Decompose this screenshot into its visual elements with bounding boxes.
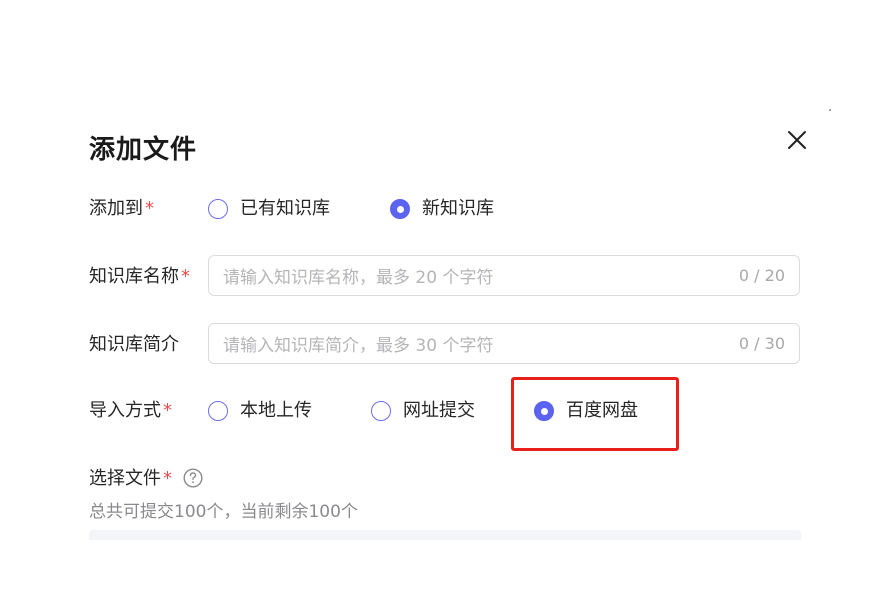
radio-checked-icon [390,199,410,219]
kb-name-label-text: 知识库名称 [89,266,179,287]
select-file-label: 选择文件 * [89,466,172,492]
radio-existing-kb[interactable]: 已有知识库 [208,196,330,222]
add-file-dialog: 添加文件 添加到 * 已有知识库 新知识库 知识库名称 * 请输入知识库名称，最多 … [0,0,894,603]
kb-name-input[interactable]: 请输入知识库名称，最多 20 个字符 0 / 20 [208,255,800,296]
import-method-label: 导入方式 * [89,398,172,424]
radio-circle-icon [208,401,228,421]
radio-circle-icon [371,401,391,421]
radio-label: 网址提交 [403,400,475,421]
radio-label: 已有知识库 [240,198,330,219]
kb-desc-input[interactable]: 请输入知识库简介，最多 30 个字符 0 / 30 [208,323,800,364]
required-mark: * [163,400,172,421]
kb-name-label: 知识库名称 * [89,264,190,290]
dialog-title: 添加文件 [89,135,198,165]
radio-new-kb[interactable]: 新知识库 [390,196,494,222]
add-to-label: 添加到 * [89,196,154,222]
radio-circle-icon [208,199,228,219]
select-file-label-text: 选择文件 [89,468,161,489]
required-mark: * [145,198,154,219]
kb-desc-char-counter: 0 / 30 [738,334,785,353]
file-quota-hint: 总共可提交100个，当前剩余100个 [89,502,358,522]
question-circle-icon[interactable] [183,468,203,488]
radio-label: 本地上传 [240,400,312,421]
kb-name-char-counter: 0 / 20 [738,266,785,285]
radio-url-submit[interactable]: 网址提交 [371,398,475,424]
kb-name-placeholder: 请输入知识库名称，最多 20 个字符 [223,268,494,288]
stray-dot [829,109,831,111]
close-icon [788,131,806,149]
kb-desc-label-text: 知识库简介 [89,334,179,355]
required-mark: * [181,266,190,287]
import-method-label-text: 导入方式 [89,400,161,421]
annotation-highlight-box [511,377,679,451]
kb-desc-label: 知识库简介 [89,332,179,358]
radio-local-upload[interactable]: 本地上传 [208,398,312,424]
kb-desc-placeholder: 请输入知识库简介，最多 30 个字符 [223,336,494,356]
close-button[interactable] [784,127,810,153]
file-upload-area[interactable] [89,530,801,540]
required-mark: * [163,468,172,489]
radio-label: 新知识库 [422,198,494,219]
add-to-label-text: 添加到 [89,198,143,219]
